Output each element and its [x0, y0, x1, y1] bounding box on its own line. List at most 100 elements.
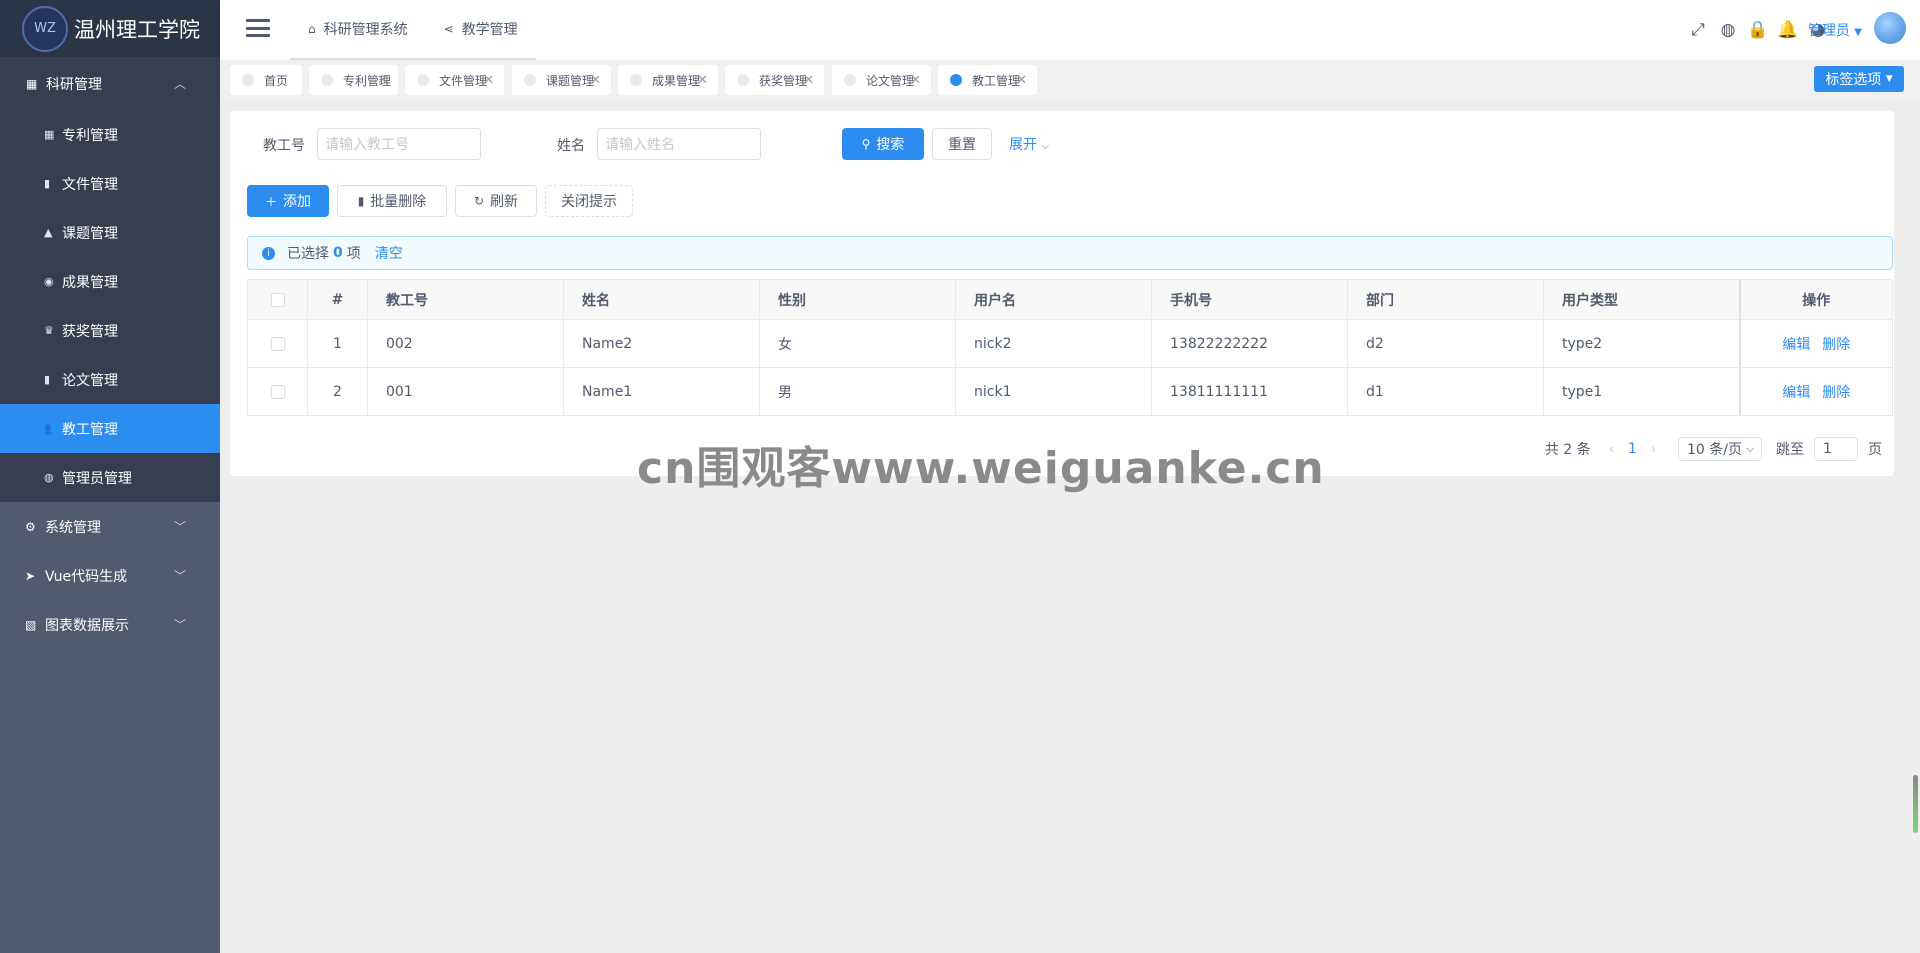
table-row[interactable]: 2 001 Name1 男 nick1 13811111111 d1 type1 编辑 删除 — [247, 367, 1893, 416]
close-icon[interactable]: ✕ — [1016, 73, 1027, 88]
cell-dept: d2 — [1347, 319, 1544, 368]
tab-item[interactable]: 首页 — [230, 65, 302, 95]
sidebar-menu[interactable]: ⚙ 系统管理 ﹀ — [0, 502, 220, 551]
add-button[interactable]: ＋ 添加 — [247, 185, 329, 217]
tab-item[interactable]: 课题管理 ✕ — [512, 65, 611, 95]
menu-toggle-icon[interactable] — [246, 19, 270, 37]
close-icon[interactable]: ✕ — [483, 73, 494, 88]
reset-button[interactable]: 重置 — [932, 128, 992, 160]
cell-sex: 女 — [759, 319, 956, 368]
chevron-down-icon: ﹀ — [173, 569, 186, 583]
scroll-indicator[interactable] — [1913, 775, 1918, 833]
jump-input[interactable]: 1 — [1814, 437, 1858, 461]
header-nav-item[interactable]: ⌂ 科研管理系统 — [290, 0, 426, 60]
col-dept[interactable]: 部门 — [1347, 279, 1544, 320]
page-size-value: 10 条/页 — [1687, 442, 1742, 458]
sidebar-item-label: 管理员管理 — [62, 470, 132, 487]
cell-name: Name2 — [563, 319, 760, 368]
page-1[interactable]: 1 — [1628, 441, 1637, 457]
close-icon[interactable]: ✕ — [910, 73, 921, 88]
pagination: 共 2 条 ‹ 1 › 10 条/页 ⌵ 跳至 1 页 — [1545, 436, 1882, 462]
user-menu[interactable]: 管理员 ▼ — [1808, 20, 1862, 40]
close-tip-button[interactable]: 关闭提示 — [545, 185, 633, 217]
sidebar-item[interactable]: ◉ 成果管理 — [0, 257, 220, 306]
sidebar-item[interactable]: ▲ 课题管理 — [0, 208, 220, 257]
tab-label: 成果管理 — [652, 73, 701, 88]
col-sex[interactable]: 性别 — [759, 279, 956, 320]
prev-page-icon[interactable]: ‹ — [1609, 442, 1614, 457]
col-username[interactable]: 用户名 — [955, 279, 1152, 320]
col-type[interactable]: 用户类型 — [1543, 279, 1740, 320]
sidebar-item-label: 专利管理 — [62, 127, 118, 144]
expand-link[interactable]: 展开 ⌵ — [1009, 134, 1049, 154]
header-nav-item[interactable]: ⋖ 教学管理 — [425, 0, 536, 60]
col-index: # — [307, 279, 368, 320]
tab-item[interactable]: 获奖管理 ✕ — [725, 65, 824, 95]
row-checkbox[interactable] — [270, 384, 285, 399]
expand-label: 展开 — [1009, 137, 1037, 153]
tab-options-button[interactable]: 标签选项 ▼ — [1814, 66, 1904, 92]
col-staff-no[interactable]: 教工号 — [367, 279, 564, 320]
staff-no-input[interactable]: 请输入教工号 — [317, 128, 481, 160]
cell-staff-no: 001 — [367, 367, 564, 416]
close-icon[interactable]: ✕ — [377, 73, 388, 88]
cell-username: nick1 — [955, 367, 1152, 416]
menu-research[interactable]: ▦ 科研管理 ︿ — [0, 57, 220, 110]
search-button[interactable]: ⚲ 搜索 — [842, 128, 924, 160]
bell-icon[interactable]: 🔔 — [1777, 20, 1798, 40]
batch-delete-button[interactable]: ▮ 批量删除 — [337, 185, 447, 217]
edit-link[interactable]: 编辑 — [1782, 385, 1810, 401]
tab-item[interactable]: 教工管理 ✕ — [938, 65, 1037, 95]
lock-icon[interactable]: 🔒 — [1747, 20, 1768, 40]
col-name[interactable]: 姓名 — [563, 279, 760, 320]
tab-item[interactable]: 成果管理 ✕ — [618, 65, 718, 95]
select-all-cell — [247, 279, 308, 320]
refresh-button[interactable]: ↻ 刷新 — [455, 185, 537, 217]
row-checkbox[interactable] — [270, 336, 285, 351]
close-icon[interactable]: ✕ — [803, 73, 814, 88]
select-all-checkbox[interactable] — [270, 292, 285, 307]
edit-link[interactable]: 编辑 — [1782, 337, 1810, 353]
header-nav-label: 教学管理 — [461, 22, 518, 38]
table-row[interactable]: 1 002 Name2 女 nick2 13822222222 d2 type2 编辑 删除 — [247, 319, 1893, 368]
page-size-select[interactable]: 10 条/页 ⌵ — [1678, 437, 1762, 461]
tab-item[interactable]: 专利管理 ✕ — [309, 65, 398, 95]
delete-link[interactable]: 删除 — [1822, 337, 1850, 353]
cell-type: type2 — [1543, 319, 1740, 368]
caret-down-icon: ▼ — [1854, 27, 1862, 38]
row-select-cell — [247, 319, 308, 368]
content-card: 教工号 请输入教工号 姓名 请输入姓名 ⚲ 搜索 重置 展开 ⌵ ＋ 添加 ▮ 批量删… — [230, 111, 1894, 476]
tab-label: 首页 — [264, 73, 289, 88]
sidebar-item[interactable]: ▦ 专利管理 — [0, 110, 220, 159]
sidebar: WZ 温州理工学院 ▦ 科研管理 ︿ ▦ 专利管理 ▮ 文件管理 ▲ 课题管理 ◉ 成果管理 ♛… — [0, 0, 220, 953]
book-icon: ▮ — [44, 373, 51, 386]
sidebar-item[interactable]: ◍ 管理员管理 — [0, 453, 220, 502]
logo[interactable]: WZ 温州理工学院 — [0, 0, 220, 57]
cell-sex: 男 — [759, 367, 956, 416]
sidebar-item[interactable]: ▮ 论文管理 — [0, 355, 220, 404]
sidebar-item[interactable]: ▮ 文件管理 — [0, 159, 220, 208]
close-tip-label: 关闭提示 — [561, 194, 617, 210]
delete-link[interactable]: 删除 — [1822, 385, 1850, 401]
patent-icon: ▦ — [44, 128, 55, 141]
gear-icon: ⚙ — [25, 519, 36, 534]
alert-count: 0 — [333, 245, 343, 261]
sidebar-menu[interactable]: ▧ 图表数据展示 ﹀ — [0, 600, 220, 649]
chevron-down-icon: ﹀ — [173, 618, 186, 632]
tab-item[interactable]: 论文管理 ✕ — [832, 65, 931, 95]
clear-selection-link[interactable]: 清空 — [375, 243, 403, 263]
tab-item[interactable]: 文件管理 ✕ — [405, 65, 504, 95]
next-page-icon[interactable]: › — [1651, 442, 1656, 457]
close-icon[interactable]: ✕ — [697, 73, 708, 88]
fullscreen-icon[interactable]: ⤢ — [1688, 20, 1708, 40]
sidebar-menu[interactable]: ➤ Vue代码生成 ﹀ — [0, 551, 220, 600]
sidebar-item-label: 论文管理 — [62, 372, 118, 389]
close-icon[interactable]: ✕ — [590, 73, 601, 88]
col-phone[interactable]: 手机号 — [1151, 279, 1348, 320]
name-input[interactable]: 请输入姓名 — [597, 128, 761, 160]
avatar[interactable] — [1874, 12, 1906, 44]
globe-icon[interactable]: ◍ — [1718, 20, 1738, 40]
trash-icon: ▮ — [357, 194, 365, 208]
sidebar-item[interactable]: 👥 教工管理 — [0, 404, 220, 453]
sidebar-item[interactable]: ♛ 获奖管理 — [0, 306, 220, 355]
